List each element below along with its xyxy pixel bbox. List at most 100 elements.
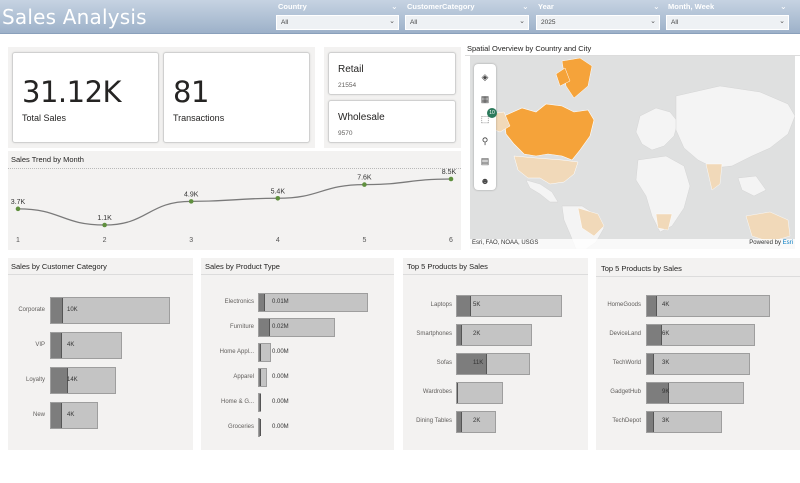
bar-value-label: 0.00M	[272, 348, 289, 355]
bar-track[interactable]	[258, 318, 335, 337]
esri-link[interactable]: Esri	[783, 240, 793, 246]
wholesale-label: Wholesale	[338, 112, 385, 123]
bar-track[interactable]	[258, 393, 262, 412]
trend-data-point[interactable]	[275, 195, 281, 201]
trend-data-point[interactable]	[448, 176, 454, 182]
category-label: Furniture	[229, 323, 254, 330]
x-tick-label: 3	[189, 237, 193, 244]
customercategory-dropdown-value: All	[410, 19, 418, 26]
bar-track[interactable]	[50, 367, 116, 394]
bar[interactable]	[259, 344, 261, 361]
transactions-card: 81 Transactions	[163, 52, 310, 143]
x-tick-label: 2	[103, 237, 107, 244]
bar-track[interactable]	[456, 324, 533, 346]
selection-badge: 10	[487, 108, 497, 118]
person-icon[interactable]: ☻	[478, 174, 492, 188]
bar[interactable]	[259, 319, 270, 336]
bar-track[interactable]	[50, 332, 122, 359]
chevron-down-icon[interactable]: ⌄	[522, 2, 529, 11]
trend-data-point[interactable]	[102, 222, 107, 228]
bar-value-label: 3K	[662, 360, 670, 366]
product-type-visual[interactable]: Sales by Product Type Electronics 0.01M Fu…	[201, 258, 394, 450]
page-title: Sales Analysis	[2, 5, 147, 29]
year-dropdown-value: 2025	[541, 19, 556, 26]
bar[interactable]	[647, 325, 662, 345]
map-region-south-africa	[655, 213, 673, 231]
bar[interactable]	[51, 298, 64, 323]
bar-value-label: 4K	[662, 302, 670, 308]
month-week-slicer[interactable]: Month, Week ⌄ All ⌄	[666, 2, 790, 32]
bar[interactable]	[259, 369, 261, 386]
bar-track[interactable]	[258, 368, 267, 387]
chevron-down-icon[interactable]: ⌄	[780, 2, 787, 11]
bar-track[interactable]	[456, 353, 531, 375]
bar-value-label: 3K	[662, 418, 670, 424]
category-label: Wardrobes	[422, 389, 452, 395]
customercategory-slicer[interactable]: CustomerCategory ⌄ All ⌄	[405, 2, 530, 32]
chevron-down-icon: ⌄	[650, 18, 656, 25]
bar[interactable]	[51, 403, 62, 428]
bar[interactable]	[647, 296, 657, 316]
year-slicer[interactable]: Year ⌄ 2025 ⌄	[536, 2, 661, 32]
bar-value-label: 2K	[473, 331, 481, 337]
world-map[interactable]	[470, 56, 795, 249]
bar-track[interactable]	[646, 382, 744, 404]
bar-value-label: 6K	[662, 331, 670, 337]
trend-data-point[interactable]	[362, 182, 367, 187]
powered-by-text: Powered by	[749, 240, 781, 246]
bar[interactable]	[259, 394, 261, 411]
wholesale-card: Wholesale 9570	[328, 100, 456, 143]
bar[interactable]	[51, 333, 62, 358]
bar-track[interactable]	[258, 343, 272, 362]
top-brands-visual[interactable]: Top 5 Products by Sales HomeGoods 4K Devic…	[596, 258, 800, 450]
customer-category-visual[interactable]: Sales by Customer Category Corporate 10K V…	[8, 258, 193, 450]
bar-track[interactable]	[258, 418, 261, 437]
x-tick-label: 4	[276, 237, 280, 244]
header-bar: Sales Analysis Country ⌄ All ⌄ CustomerC…	[0, 0, 800, 34]
transactions-value: 81	[173, 75, 209, 109]
wholesale-value: 9570	[338, 130, 353, 137]
grid-icon[interactable]: ▦	[478, 92, 492, 106]
bar-track[interactable]	[456, 382, 503, 404]
top-products-visual[interactable]: Top 5 Products by Sales Laptops 5K Smartph…	[403, 258, 588, 450]
bar-value-label: 11K	[473, 360, 484, 366]
month-week-dropdown[interactable]: All ⌄	[666, 15, 789, 30]
x-tick-label: 6	[449, 237, 453, 244]
trend-data-point[interactable]	[15, 206, 21, 212]
bar[interactable]	[647, 354, 655, 374]
bar[interactable]	[647, 412, 655, 432]
chevron-down-icon[interactable]: ⌄	[391, 2, 398, 11]
category-label: TechWorld	[612, 360, 641, 366]
month-week-slicer-label: Month, Week	[668, 2, 715, 11]
map-powered-by: Powered by Esri	[749, 240, 793, 246]
map-region-australia	[745, 211, 791, 243]
trend-data-point[interactable]	[188, 199, 194, 204]
sales-trend-visual[interactable]: Sales Trend by Month 3.7K 1 1.1K 2 4.9K 3 5.4K…	[8, 151, 461, 250]
layers-icon[interactable]: ◈	[478, 70, 492, 84]
category-label: Groceries	[227, 423, 254, 430]
bar[interactable]	[259, 294, 265, 311]
bar[interactable]	[457, 383, 458, 403]
trend-series-line	[17, 178, 452, 226]
category-label: VIP	[35, 341, 45, 348]
bar-track[interactable]	[456, 295, 562, 317]
bar[interactable]	[457, 296, 471, 316]
report-page: Sales Analysis Country ⌄ All ⌄ CustomerC…	[0, 0, 800, 483]
trend-data-label: 8.5K	[442, 169, 457, 176]
map-region-europe	[635, 107, 679, 151]
year-dropdown[interactable]: 2025 ⌄	[536, 15, 660, 30]
bar[interactable]	[51, 368, 68, 393]
bar[interactable]	[259, 419, 261, 436]
chart-icon[interactable]: ▤	[478, 154, 492, 168]
bar-track[interactable]	[646, 411, 722, 433]
map-region-usa	[513, 155, 579, 185]
search-icon[interactable]: ⚲	[478, 134, 492, 148]
map-canvas[interactable]: ◈ ▦ ⬚ 10 ⚲ ▤ ☻ Esri, FAO, NOAA, USGS Pow…	[470, 56, 795, 249]
customercategory-dropdown[interactable]: All ⌄	[405, 15, 529, 30]
bar[interactable]	[457, 325, 463, 345]
map-title: Spatial Overview by Country and City	[467, 44, 592, 53]
bar[interactable]	[457, 412, 463, 432]
country-dropdown[interactable]: All ⌄	[276, 15, 399, 30]
x-tick-label: 1	[16, 237, 20, 244]
chevron-down-icon[interactable]: ⌄	[653, 2, 660, 11]
